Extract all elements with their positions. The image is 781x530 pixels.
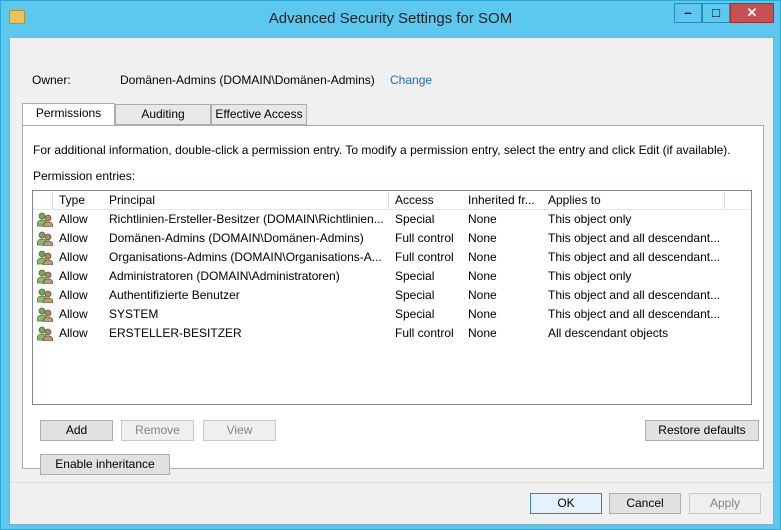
user-group-icon <box>37 212 53 227</box>
cell-principal: Domänen-Admins (DOMAIN\Domänen-Admins) <box>109 231 364 245</box>
cell-access: Special <box>395 288 435 302</box>
user-group-icon <box>37 307 53 322</box>
cell-applies-to: This object only <box>548 212 632 226</box>
owner-value: Domänen-Admins (DOMAIN\Domänen-Admins) <box>120 73 375 87</box>
apply-button[interactable]: Apply <box>689 493 761 514</box>
cell-applies-to: This object and all descendant... <box>548 231 721 245</box>
cell-applies-to: This object only <box>548 269 632 283</box>
maximize-button[interactable]: □ <box>702 3 730 23</box>
restore-defaults-button[interactable]: Restore defaults <box>645 420 759 441</box>
cancel-button[interactable]: Cancel <box>609 493 681 514</box>
cell-type: Allow <box>59 307 88 321</box>
window-title: Advanced Security Settings for SOM <box>268 10 513 27</box>
security-settings-window: Advanced Security Settings for SOM – □ ✕… <box>0 0 781 530</box>
cell-applies-to: This object and all descendant... <box>548 307 721 321</box>
owner-label: Owner: <box>32 73 71 87</box>
permission-entries-label: Permission entries: <box>33 169 136 183</box>
cell-applies-to: All descendant objects <box>548 326 669 340</box>
footer-divider <box>10 482 773 483</box>
user-group-icon <box>37 269 53 284</box>
change-owner-link[interactable]: Change <box>390 73 432 87</box>
cell-inherited-from: None <box>468 288 497 302</box>
cell-type: Allow <box>59 326 88 340</box>
add-button[interactable]: Add <box>40 420 113 441</box>
cell-inherited-from: None <box>468 326 497 340</box>
title-bar[interactable]: Advanced Security Settings for SOM – □ ✕ <box>1 1 780 37</box>
tab-auditing[interactable]: Auditing <box>115 104 211 125</box>
ok-button[interactable]: OK <box>530 493 602 514</box>
cell-type: Allow <box>59 288 88 302</box>
cell-access: Special <box>395 212 435 226</box>
minimize-button[interactable]: – <box>674 3 702 23</box>
column-header-icon[interactable] <box>33 191 53 209</box>
column-header-principal[interactable]: Principal <box>103 191 389 209</box>
cell-principal: ERSTELLER-BESITZER <box>109 326 242 340</box>
permission-entry-row[interactable]: Allow Richtlinien-Ersteller-Besitzer (DOM… <box>33 210 751 229</box>
permission-entry-row[interactable]: Allow Administratoren (DOMAIN\Administrat… <box>33 267 751 286</box>
cell-type: Allow <box>59 212 88 226</box>
permission-entries-list[interactable]: Type Principal Access Inherited fr... Ap… <box>32 190 752 405</box>
cell-type: Allow <box>59 231 88 245</box>
cell-inherited-from: None <box>468 212 497 226</box>
info-text: For additional information, double-click… <box>33 143 731 157</box>
permission-entry-row[interactable]: Allow SYSTEM Special None This object and al… <box>33 305 751 324</box>
close-button[interactable]: ✕ <box>730 3 774 23</box>
cell-inherited-from: None <box>468 269 497 283</box>
permission-entry-row[interactable]: Allow ERSTELLER-BESITZER Full control None A… <box>33 324 751 343</box>
cell-principal: Richtlinien-Ersteller-Besitzer (DOMAIN\R… <box>109 212 384 226</box>
cell-access: Full control <box>395 326 454 340</box>
cell-inherited-from: None <box>468 307 497 321</box>
permission-entry-row[interactable]: Allow Authentifizierte Benutzer Special Non… <box>33 286 751 305</box>
tab-effective-access[interactable]: Effective Access <box>211 104 307 125</box>
cell-principal: Organisations-Admins (DOMAIN\Organisatio… <box>109 250 382 264</box>
permission-entry-row[interactable]: Allow Organisations-Admins (DOMAIN\Organi… <box>33 248 751 267</box>
user-group-icon <box>37 288 53 303</box>
cell-type: Allow <box>59 269 88 283</box>
column-header-inherited-from[interactable]: Inherited fr... <box>462 191 543 209</box>
permissions-panel: For additional information, double-click… <box>22 125 764 475</box>
column-header-type[interactable]: Type <box>53 191 109 209</box>
tab-permissions[interactable]: Permissions <box>22 103 115 126</box>
cell-access: Special <box>395 269 435 283</box>
cell-inherited-from: None <box>468 250 497 264</box>
view-button[interactable]: View <box>203 420 276 441</box>
cell-applies-to: This object and all descendant... <box>548 250 721 264</box>
remove-button[interactable]: Remove <box>121 420 194 441</box>
dialog-body: Owner: Domänen-Admins (DOMAIN\Domänen-Ad… <box>9 37 774 525</box>
enable-inheritance-button[interactable]: Enable inheritance <box>40 454 170 475</box>
column-header-applies-to[interactable]: Applies to <box>542 191 725 209</box>
user-group-icon <box>37 231 53 246</box>
cell-type: Allow <box>59 250 88 264</box>
cell-principal: Administratoren (DOMAIN\Administratoren) <box>109 269 340 283</box>
column-header-access[interactable]: Access <box>389 191 463 209</box>
cell-applies-to: This object and all descendant... <box>548 288 721 302</box>
user-group-icon <box>37 250 53 265</box>
permission-entry-row[interactable]: Allow Domänen-Admins (DOMAIN\Domänen-Admi… <box>33 229 751 248</box>
cell-inherited-from: None <box>468 231 497 245</box>
cell-access: Special <box>395 307 435 321</box>
cell-principal: SYSTEM <box>109 307 159 321</box>
cell-access: Full control <box>395 231 454 245</box>
cell-access: Full control <box>395 250 454 264</box>
user-group-icon <box>37 326 53 341</box>
cell-principal: Authentifizierte Benutzer <box>109 288 240 302</box>
